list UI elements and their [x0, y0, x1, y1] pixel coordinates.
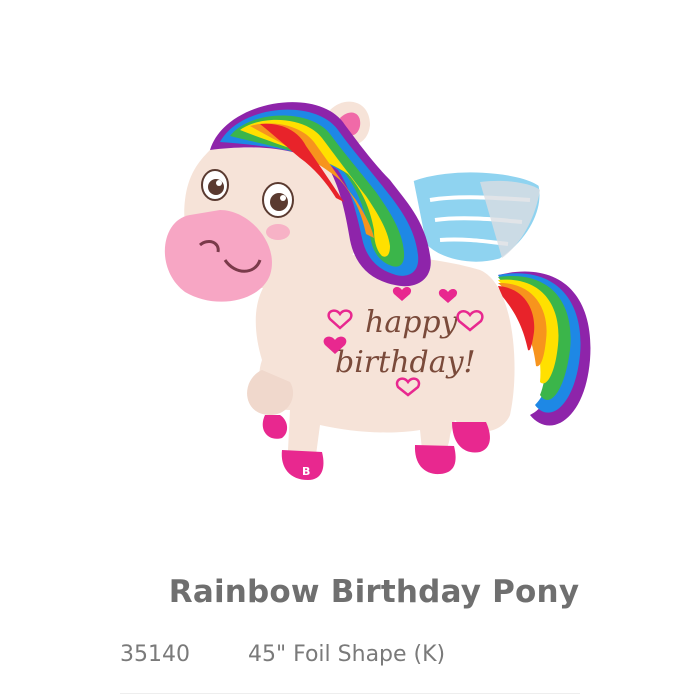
product-image[interactable]: B happy birthday!: [130, 70, 620, 520]
divider: [120, 693, 580, 694]
balloon-text-happy: happy: [365, 305, 459, 340]
product-card[interactable]: B happy birthday! Rainbow Birthday Pony …: [0, 0, 700, 700]
product-sku: 35140: [120, 642, 190, 667]
rainbow-pony-balloon-icon: B happy birthday!: [164, 101, 591, 480]
product-meta: 35140 45" Foil Shape (K): [120, 642, 445, 667]
product-title[interactable]: Rainbow Birthday Pony: [0, 574, 700, 610]
brand-mark: B: [302, 465, 310, 478]
wing: [410, 169, 543, 265]
product-description: 45" Foil Shape (K): [248, 642, 446, 667]
balloon-text-birthday: birthday!: [335, 345, 476, 380]
